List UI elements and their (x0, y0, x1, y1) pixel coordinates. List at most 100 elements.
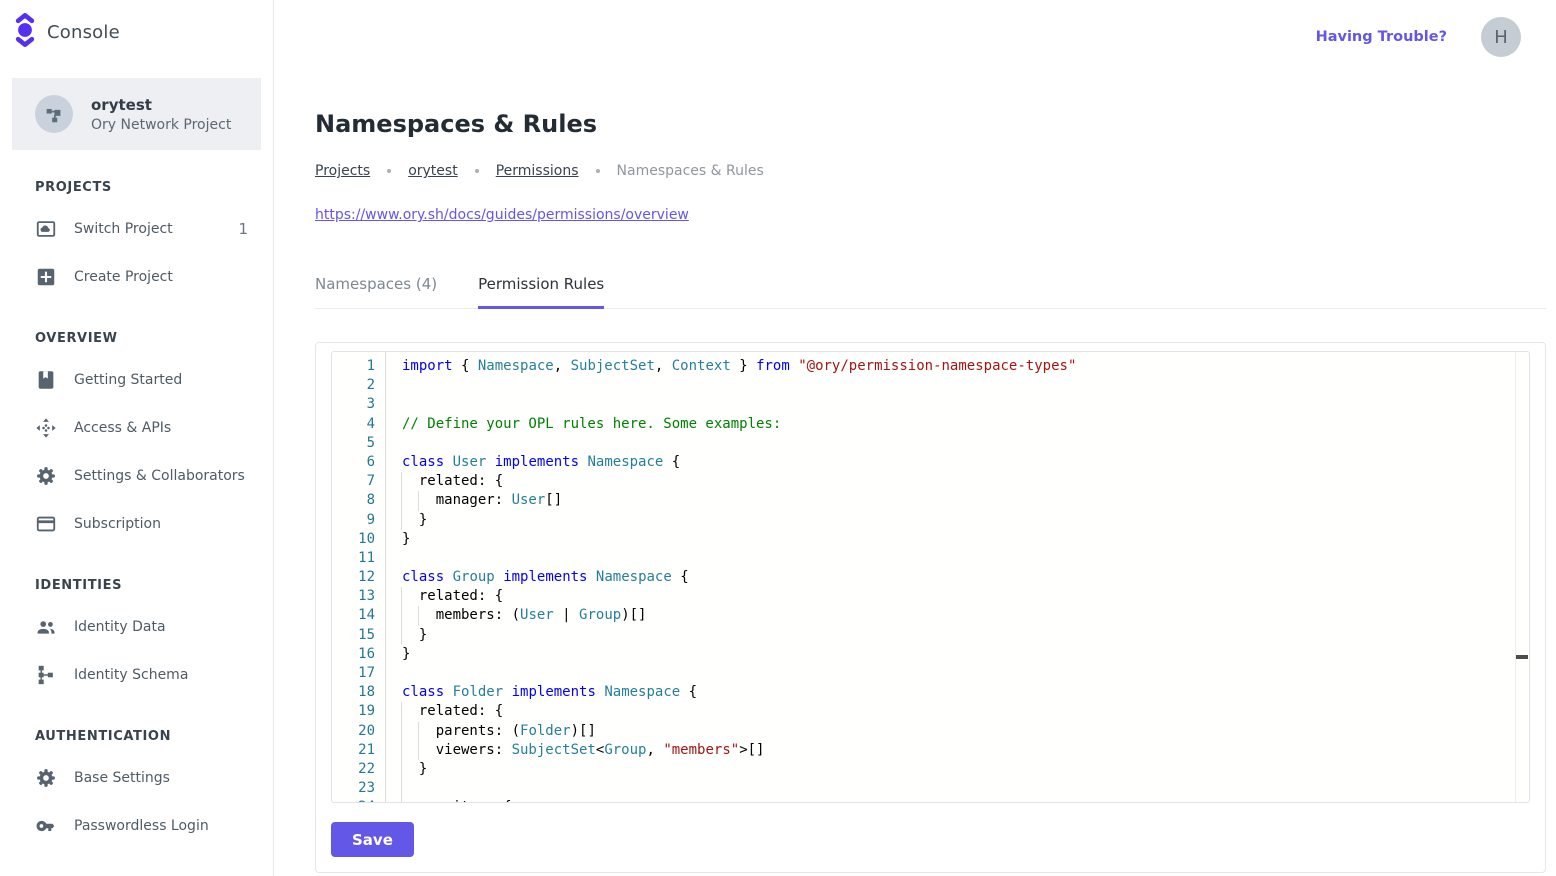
sidebar-item-label: Passwordless Login (74, 818, 209, 834)
project-selector[interactable]: orytest Ory Network Project (12, 78, 261, 150)
line-number: 11 (332, 549, 385, 568)
sidebar-item-create-project[interactable]: Create Project (0, 253, 273, 301)
code-line: 13 related: { (332, 587, 1529, 606)
code-line: 23 (332, 779, 1529, 798)
code-text: class User implements Namespace { (385, 453, 1529, 472)
line-number: 22 (332, 760, 385, 779)
breadcrumb-item[interactable]: orytest (408, 163, 458, 179)
code-text (385, 664, 1529, 683)
sidebar-section-overview: OVERVIEWGetting Started Access & APIs Sett… (0, 323, 273, 548)
code-text: } (385, 645, 1529, 664)
breadcrumb-separator-dot (475, 169, 479, 173)
sidebar-section-header: OVERVIEW (0, 323, 273, 356)
indent-guide (401, 722, 402, 741)
sidebar-item-access-apis[interactable]: Access & APIs (0, 404, 273, 452)
line-number: 13 (332, 587, 385, 606)
code-text: } (385, 626, 1529, 645)
code-line: 6class User implements Namespace { (332, 453, 1529, 472)
line-number: 4 (332, 415, 385, 434)
code-line: 22 } (332, 760, 1529, 779)
code-line: 2 (332, 376, 1529, 395)
code-line: 5 (332, 434, 1529, 453)
code-line: 10} (332, 530, 1529, 549)
sidebar-section-identities: IDENTITIES Identity Data Identity Schema (0, 570, 273, 699)
sidebar-section-header: IDENTITIES (0, 570, 273, 603)
line-number: 23 (332, 779, 385, 798)
indent-guide (401, 511, 402, 530)
code-line: 24 permits = { (332, 798, 1529, 803)
indent-guide (401, 587, 402, 606)
code-line: 18class Folder implements Namespace { (332, 683, 1529, 702)
sidebar-item-switch-project[interactable]: Switch Project1 (0, 205, 273, 253)
save-button[interactable]: Save (331, 822, 414, 857)
indent-guide (418, 491, 419, 510)
indent-guide (401, 760, 402, 779)
code-line: 20 parents: (Folder)[] (332, 722, 1529, 741)
sidebar-item-base-settings[interactable]: Base Settings (0, 754, 273, 802)
sidebar-item-passwordless-login[interactable]: Passwordless Login (0, 802, 273, 850)
breadcrumb-item[interactable]: Permissions (496, 163, 579, 179)
code-text: parents: (Folder)[] (385, 722, 1529, 741)
line-number: 10 (332, 530, 385, 549)
line-number: 6 (332, 453, 385, 472)
overview-cursor-marker (1516, 655, 1528, 659)
code-text: import { Namespace, SubjectSet, Context … (385, 357, 1529, 376)
code-text (385, 434, 1529, 453)
sidebar-section-authentication: AUTHENTICATIONBase SettingsPasswordless … (0, 721, 273, 850)
code-text: class Group implements Namespace { (385, 568, 1529, 587)
code-text: members: (User | Group)[] (385, 606, 1529, 625)
project-type: Ory Network Project (91, 117, 231, 133)
code-line: 15 } (332, 626, 1529, 645)
schema-icon (35, 664, 57, 686)
line-number: 12 (332, 568, 385, 587)
sidebar-item-label: Access & APIs (74, 420, 171, 436)
sidebar-section-projects: PROJECTSSwitch Project1Create Project (0, 172, 273, 301)
code-text: // Define your OPL rules here. Some exam… (385, 415, 1529, 434)
switch-project-icon (35, 218, 57, 240)
tab-permission-rules[interactable]: Permission Rules (478, 275, 604, 309)
having-trouble-link[interactable]: Having Trouble? (1316, 29, 1447, 45)
overview-ruler[interactable] (1515, 352, 1529, 802)
code-editor[interactable]: 1import { Namespace, SubjectSet, Context… (331, 351, 1530, 803)
sidebar-item-getting-started[interactable]: Getting Started (0, 356, 273, 404)
user-avatar[interactable]: H (1481, 17, 1521, 57)
breadcrumb-separator-dot (387, 169, 391, 173)
sidebar: Console orytest Ory Network Project PROJ… (0, 0, 274, 876)
indent-guide (401, 606, 402, 625)
code-text (385, 549, 1529, 568)
access-apis-icon (35, 417, 57, 439)
sidebar-item-identity-schema[interactable]: Identity Schema (0, 651, 273, 699)
line-number: 5 (332, 434, 385, 453)
indent-guide (401, 491, 402, 510)
code-text: viewers: SubjectSet<Group, "members">[] (385, 741, 1529, 760)
breadcrumb-item: Namespaces & Rules (617, 163, 764, 179)
project-count-badge: 1 (238, 220, 248, 238)
code-text (385, 376, 1529, 395)
code-text: class Folder implements Namespace { (385, 683, 1529, 702)
code-line: 21 viewers: SubjectSet<Group, "members">… (332, 741, 1529, 760)
code-line: 3 (332, 395, 1529, 414)
sidebar-item-settings-collaborators[interactable]: Settings & Collaborators (0, 452, 273, 500)
line-number: 15 (332, 626, 385, 645)
code-text: permits = { (385, 798, 1529, 803)
breadcrumb-item[interactable]: Projects (315, 163, 370, 179)
line-number: 20 (332, 722, 385, 741)
sidebar-item-label: Identity Data (74, 619, 166, 635)
line-number: 16 (332, 645, 385, 664)
gear-icon (35, 465, 57, 487)
line-number: 21 (332, 741, 385, 760)
docs-link[interactable]: https://www.ory.sh/docs/guides/permissio… (315, 207, 689, 223)
sidebar-item-identity-data[interactable]: Identity Data (0, 603, 273, 651)
code-text (385, 779, 1529, 798)
line-number: 9 (332, 511, 385, 530)
code-line: 4// Define your OPL rules here. Some exa… (332, 415, 1529, 434)
line-number: 24 (332, 798, 385, 803)
credit-card-icon (35, 513, 57, 535)
tab-namespaces-4-[interactable]: Namespaces (4) (315, 275, 437, 309)
line-number: 2 (332, 376, 385, 395)
code-line: 12class Group implements Namespace { (332, 568, 1529, 587)
project-network-icon (35, 95, 73, 133)
indent-guide (401, 779, 402, 798)
sidebar-item-subscription[interactable]: Subscription (0, 500, 273, 548)
code-line: 11 (332, 549, 1529, 568)
